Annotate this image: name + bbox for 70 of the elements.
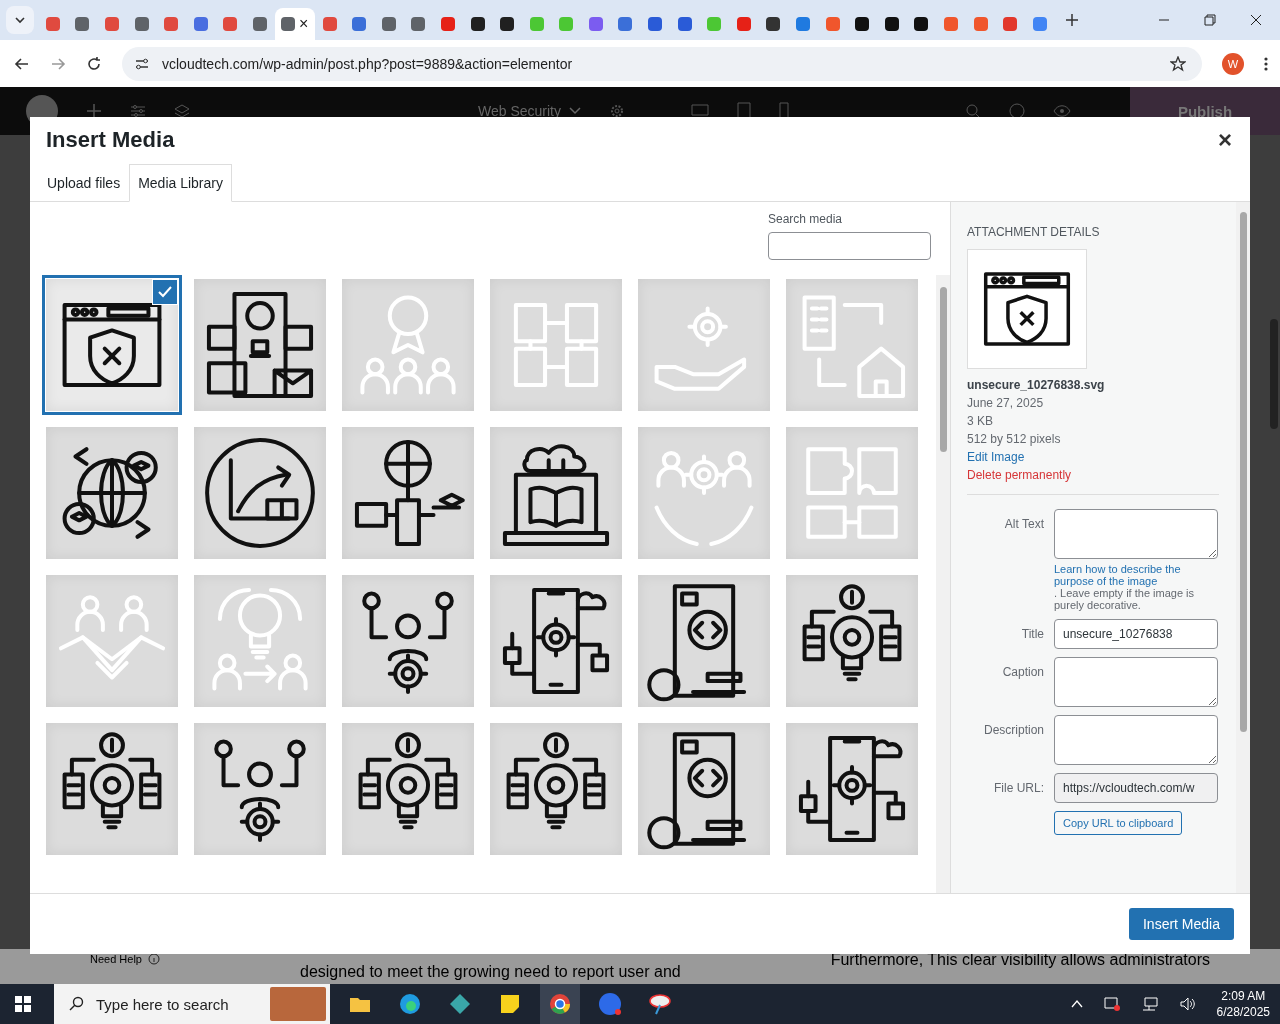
section-heading: ATTACHMENT DETAILS — [967, 225, 1101, 239]
chevron-down-icon[interactable] — [569, 107, 581, 115]
checkmark-icon[interactable] — [152, 279, 178, 305]
media-tab[interactable]: Upload files — [38, 164, 130, 202]
search-label: Search media — [768, 212, 843, 226]
clock-time: 2:09 AM — [1221, 989, 1266, 1003]
help-icon[interactable] — [1009, 103, 1025, 119]
address-bar[interactable]: vcloudtech.com/wp-admin/post.php?post=9889&action=elementor — [122, 46, 1202, 81]
desktop-icon[interactable] — [691, 103, 709, 119]
paragraph-text: designed to meet the growing need to report user and — [300, 963, 681, 981]
new-tab-icon[interactable] — [1064, 13, 1079, 27]
edit-image-link[interactable]: Edit Image — [967, 450, 1220, 464]
chevron-up-icon[interactable] — [1070, 999, 1083, 1009]
layers-icon[interactable] — [174, 103, 190, 119]
search-icon[interactable] — [965, 103, 981, 119]
search-placeholder: Type here to search — [96, 995, 229, 1013]
volume-icon[interactable] — [1178, 996, 1197, 1012]
upload-date: June 27, 2025 — [967, 396, 1045, 410]
field-label: Alt Text — [1003, 516, 1044, 533]
windows-start-icon[interactable] — [14, 995, 32, 1013]
insert-media-button[interactable]: Insert Media — [1128, 908, 1234, 940]
more-menu-icon[interactable] — [1264, 55, 1268, 72]
title-field[interactable]: unsecure_10276838 — [1054, 619, 1218, 649]
page-scrollbar[interactable] — [1270, 319, 1278, 429]
settings-icon[interactable] — [609, 103, 625, 119]
close-icon[interactable] — [1250, 14, 1262, 26]
file-name: unsecure_10276838.svg — [967, 378, 1106, 392]
file-size: 3 KB — [967, 414, 994, 428]
network-icon[interactable] — [1140, 996, 1159, 1012]
media-tab[interactable]: Media Library — [129, 164, 232, 202]
close-tab-button[interactable]: × — [299, 15, 309, 33]
restore-icon[interactable] — [1204, 14, 1216, 26]
add-icon[interactable] — [86, 103, 102, 119]
help-link[interactable]: Learn how to describe the purpose of the image — [1054, 563, 1218, 587]
image-dimensions: 512 by 512 pixels — [967, 432, 1062, 446]
reload-icon[interactable] — [86, 55, 102, 72]
delete-permanently-link[interactable]: Delete permanently — [967, 468, 1220, 482]
description-field[interactable] — [1054, 715, 1218, 765]
scrollbar[interactable] — [1236, 202, 1250, 893]
chevron-down-icon — [14, 14, 26, 26]
tab-search-button[interactable] — [6, 6, 34, 34]
preview-eye-icon[interactable] — [1053, 104, 1071, 118]
clock-date: 6/28/2025 — [1216, 1005, 1270, 1019]
field-label: Description — [982, 722, 1044, 739]
back-icon[interactable] — [14, 55, 30, 72]
alt-text-field[interactable] — [1054, 509, 1218, 559]
sliders-icon[interactable] — [130, 103, 146, 119]
field-label: Caption — [1001, 664, 1044, 681]
security-alert-icon[interactable] — [1102, 996, 1121, 1012]
caption-field[interactable] — [1054, 657, 1218, 707]
forward-icon[interactable] — [50, 55, 66, 72]
chrome-browser-icon[interactable] — [540, 984, 580, 1024]
browser-tab[interactable]: × — [274, 8, 315, 40]
file-url-field[interactable]: https://vcloudtech.com/w — [1054, 773, 1218, 803]
search-icon — [68, 996, 84, 1012]
field-label: File URL: — [993, 780, 1044, 797]
bookmark-star-icon[interactable] — [1170, 55, 1186, 72]
help-icon[interactable] — [148, 953, 160, 965]
copy-url-button[interactable]: Copy URL to clipboard — [1054, 811, 1183, 835]
profile-avatar[interactable]: W — [1222, 52, 1244, 75]
field-label: Title — [1020, 626, 1044, 643]
scrollbar[interactable] — [936, 275, 950, 893]
taskbar-search-field[interactable]: Type here to search — [54, 984, 330, 1024]
alt-text-help: Learn how to describe the purpose of the image . Leave empty if the image is purely decorative. — [1054, 563, 1218, 611]
taskbar-clock[interactable]: 2:09 AM 6/28/2025 — [1216, 989, 1280, 1019]
url-text: vcloudtech.com/wp-admin/post.php?post=9889&action=elementor — [162, 55, 573, 72]
dialog-title: Insert Media — [46, 127, 175, 153]
need-help-link[interactable]: Need Help — [90, 953, 142, 965]
search-highlight-picture — [270, 987, 326, 1021]
search-field[interactable] — [768, 232, 931, 260]
